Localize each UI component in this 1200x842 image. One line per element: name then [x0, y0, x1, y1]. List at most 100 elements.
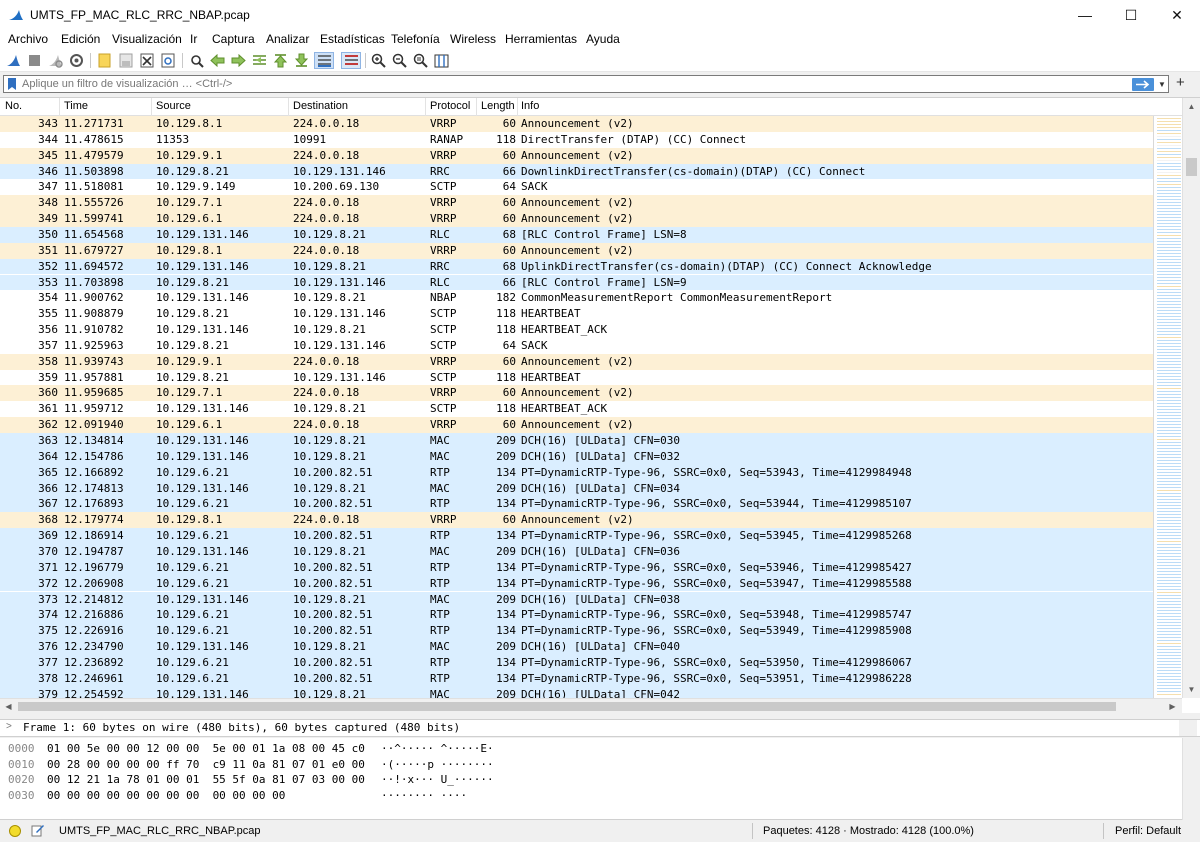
- packet-row[interactable]: 378 12.246961 10.129.6.21 10.200.82.51 RTP 13…: [0, 670, 1153, 687]
- resize-columns-icon[interactable]: [433, 52, 450, 69]
- column-divider[interactable]: [288, 98, 289, 116]
- bytes-scrollbar[interactable]: [1182, 738, 1200, 820]
- packet-row[interactable]: 365 12.166892 10.129.6.21 10.200.82.51 RTP 13…: [0, 464, 1153, 481]
- scroll-right-icon[interactable]: ▶: [1164, 699, 1181, 713]
- vertical-scroll-thumb[interactable]: [1186, 158, 1197, 176]
- column-divider[interactable]: [151, 98, 152, 116]
- start-capture-icon[interactable]: [5, 52, 22, 69]
- capture-options-icon[interactable]: [68, 52, 85, 69]
- packet-row[interactable]: 370 12.194787 10.129.131.146 10.129.8.21 MAC…: [0, 543, 1153, 560]
- packet-row[interactable]: 355 11.908879 10.129.8.21 10.129.131.146 SCT…: [0, 306, 1153, 323]
- column-no[interactable]: No.: [5, 100, 22, 112]
- bookmark-icon[interactable]: [6, 77, 18, 91]
- zoom-out-icon[interactable]: [391, 52, 408, 69]
- menu-visualizacion[interactable]: Visualización: [112, 32, 182, 46]
- packet-row[interactable]: 374 12.216886 10.129.6.21 10.200.82.51 RTP 13…: [0, 607, 1153, 624]
- packet-row[interactable]: 360 11.959685 10.129.7.1 224.0.0.18 VRRP 60 An…: [0, 385, 1153, 402]
- menu-herramientas[interactable]: Herramientas: [505, 32, 577, 46]
- close-button[interactable]: ✕: [1154, 0, 1200, 30]
- scroll-down-icon[interactable]: ▼: [1183, 681, 1200, 698]
- column-divider[interactable]: [476, 98, 477, 116]
- last-packet-icon[interactable]: [293, 52, 310, 69]
- column-destination[interactable]: Destination: [293, 100, 348, 112]
- column-divider[interactable]: [517, 98, 518, 116]
- column-info[interactable]: Info: [521, 100, 539, 112]
- first-packet-icon[interactable]: [272, 52, 289, 69]
- menu-analizar[interactable]: Analizar: [266, 32, 309, 46]
- packet-row[interactable]: 362 12.091940 10.129.6.1 224.0.0.18 VRRP 60 An…: [0, 417, 1153, 433]
- column-protocol[interactable]: Protocol: [430, 100, 470, 112]
- packet-row[interactable]: 377 12.236892 10.129.6.21 10.200.82.51 RTP 13…: [0, 654, 1153, 671]
- packet-row[interactable]: 368 12.179774 10.129.8.1 224.0.0.18 VRRP 60 An…: [0, 512, 1153, 529]
- packet-list-horizontal-scrollbar[interactable]: ◀ ▶: [0, 698, 1182, 713]
- menu-wireless[interactable]: Wireless: [450, 32, 496, 46]
- close-file-icon[interactable]: [138, 52, 155, 69]
- status-profile[interactable]: Perfil: Default: [1115, 825, 1181, 837]
- zoom-reset-icon[interactable]: [412, 52, 429, 69]
- packet-row[interactable]: 361 11.959712 10.129.131.146 10.129.8.21 SCT…: [0, 401, 1153, 418]
- maximize-button[interactable]: ☐: [1108, 0, 1154, 30]
- reload-file-icon[interactable]: [159, 52, 176, 69]
- horizontal-scroll-thumb[interactable]: [18, 702, 1116, 711]
- minimize-button[interactable]: —: [1062, 0, 1108, 30]
- packet-row[interactable]: 348 11.555726 10.129.7.1 224.0.0.18 VRRP 60 An…: [0, 195, 1153, 212]
- packet-row[interactable]: 364 12.154786 10.129.131.146 10.129.8.21 MAC…: [0, 448, 1153, 465]
- chevron-right-icon[interactable]: >: [6, 721, 12, 732]
- packet-row[interactable]: 369 12.186914 10.129.6.21 10.200.82.51 RTP 13…: [0, 528, 1153, 544]
- menu-archivo[interactable]: Archivo: [8, 32, 48, 46]
- packet-row[interactable]: 354 11.900762 10.129.131.146 10.129.8.21 NBA…: [0, 290, 1153, 307]
- packet-row[interactable]: 344 11.478615 11353 10991 RANAP 118 DirectTran…: [0, 131, 1153, 148]
- packet-row[interactable]: 351 11.679727 10.129.8.1 224.0.0.18 VRRP 60 An…: [0, 242, 1153, 259]
- packet-row[interactable]: 352 11.694572 10.129.131.146 10.129.8.21 RRC…: [0, 258, 1153, 275]
- packet-row[interactable]: 372 12.206908 10.129.6.21 10.200.82.51 RTP 13…: [0, 575, 1153, 592]
- packet-row[interactable]: 356 11.910782 10.129.131.146 10.129.8.21 SCT…: [0, 322, 1153, 338]
- column-time[interactable]: Time: [64, 100, 88, 112]
- packet-row[interactable]: 347 11.518081 10.129.9.149 10.200.69.130 SCT…: [0, 179, 1153, 196]
- menu-telefonia[interactable]: Telefonía: [391, 32, 440, 46]
- expert-info-icon[interactable]: [9, 825, 21, 837]
- restart-capture-icon[interactable]: [47, 52, 64, 69]
- menu-ayuda[interactable]: Ayuda: [586, 32, 620, 46]
- go-back-icon[interactable]: [209, 52, 226, 69]
- frame-summary[interactable]: Frame 1: 60 bytes on wire (480 bits), 60…: [23, 721, 460, 734]
- packet-row[interactable]: 363 12.134814 10.129.131.146 10.129.8.21 MAC…: [0, 433, 1153, 449]
- zoom-in-icon[interactable]: [370, 52, 387, 69]
- scroll-left-icon[interactable]: ◀: [0, 699, 17, 713]
- column-length[interactable]: Length: [481, 100, 515, 112]
- find-packet-icon[interactable]: [188, 52, 205, 69]
- chevron-down-icon[interactable]: ▼: [1156, 77, 1168, 91]
- packet-row[interactable]: 376 12.234790 10.129.131.146 10.129.8.21 MAC…: [0, 639, 1153, 655]
- display-filter-input[interactable]: Aplique un filtro de visualización … <Ct…: [3, 75, 1169, 93]
- packet-row[interactable]: 373 12.214812 10.129.131.146 10.129.8.21 MAC…: [0, 591, 1153, 608]
- packet-row[interactable]: 359 11.957881 10.129.8.21 10.129.131.146 SCT…: [0, 369, 1153, 386]
- packet-row[interactable]: 358 11.939743 10.129.9.1 224.0.0.18 VRRP 60 An…: [0, 353, 1153, 370]
- menu-edicion[interactable]: Edición: [61, 32, 100, 46]
- packet-row[interactable]: 366 12.174813 10.129.131.146 10.129.8.21 MAC…: [0, 480, 1153, 497]
- stop-capture-icon[interactable]: [26, 52, 43, 69]
- column-source[interactable]: Source: [156, 100, 191, 112]
- details-scrollbar[interactable]: [1179, 720, 1197, 736]
- menu-estadisticas[interactable]: Estadísticas: [320, 32, 385, 46]
- packet-row[interactable]: 371 12.196779 10.129.6.21 10.200.82.51 RTP 13…: [0, 559, 1153, 576]
- column-divider[interactable]: [59, 98, 60, 116]
- packet-row[interactable]: 367 12.176893 10.129.6.21 10.200.82.51 RTP 13…: [0, 496, 1153, 513]
- packet-row[interactable]: 346 11.503898 10.129.8.21 10.129.131.146 RRC…: [0, 163, 1153, 180]
- packet-row[interactable]: 350 11.654568 10.129.131.146 10.129.8.21 RLC…: [0, 226, 1153, 243]
- go-forward-icon[interactable]: [230, 52, 247, 69]
- save-file-icon[interactable]: [117, 52, 134, 69]
- column-divider[interactable]: [425, 98, 426, 116]
- packet-list-vertical-scrollbar[interactable]: ▲ ▼: [1182, 98, 1200, 698]
- packet-row[interactable]: 379 12.254592 10.129.131.146 10.129.8.21 MAC…: [0, 686, 1153, 698]
- packet-row[interactable]: 349 11.599741 10.129.6.1 224.0.0.18 VRRP 60 An…: [0, 211, 1153, 227]
- menu-captura[interactable]: Captura: [212, 32, 255, 46]
- menu-ir[interactable]: Ir: [190, 32, 197, 46]
- packet-row[interactable]: 353 11.703898 10.129.8.21 10.129.131.146 RLC…: [0, 274, 1153, 291]
- auto-scroll-icon[interactable]: [314, 52, 334, 69]
- packet-minimap[interactable]: [1153, 116, 1182, 698]
- packet-row[interactable]: 345 11.479579 10.129.9.1 224.0.0.18 VRRP 60 An…: [0, 147, 1153, 164]
- apply-filter-button[interactable]: [1132, 78, 1154, 91]
- packet-row[interactable]: 375 12.226916 10.129.6.21 10.200.82.51 RTP 13…: [0, 623, 1153, 640]
- colorize-icon[interactable]: [341, 52, 361, 69]
- scroll-up-icon[interactable]: ▲: [1183, 98, 1200, 115]
- add-filter-button[interactable]: +: [1176, 74, 1185, 92]
